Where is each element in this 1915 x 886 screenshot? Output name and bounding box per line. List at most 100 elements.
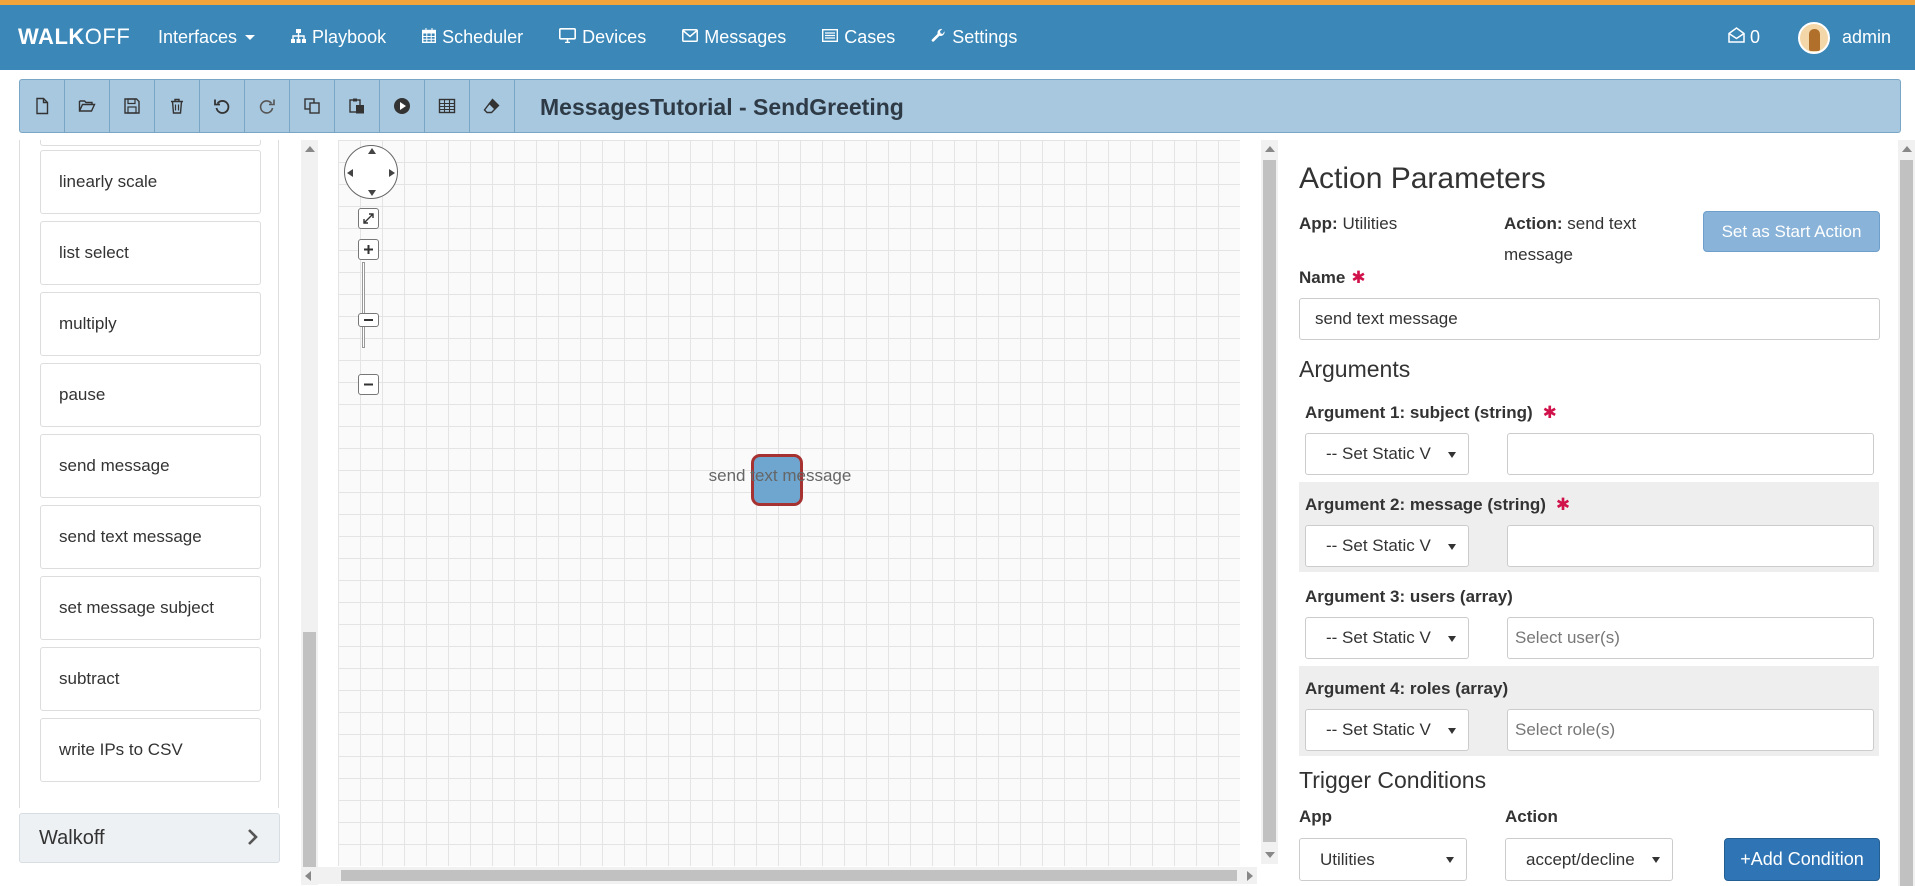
zoom-out-button[interactable]	[358, 374, 379, 395]
actions-scrollbar[interactable]	[301, 140, 318, 885]
pan-control[interactable]	[344, 145, 398, 199]
zoom-slider-track[interactable]	[362, 262, 365, 348]
trigger-action-select[interactable]: accept/decline	[1505, 838, 1673, 881]
action-item[interactable]: pause	[40, 363, 261, 427]
required-asterisk-icon: ✱	[1351, 268, 1366, 287]
action-item[interactable]: send text message	[40, 505, 261, 569]
argument-type-select[interactable]: -- Set Static V	[1305, 709, 1469, 751]
name-label: Name ✱	[1299, 268, 1366, 287]
scroll-up-icon	[1265, 146, 1275, 152]
canvas-horizontal-scrollbar[interactable]	[301, 867, 1257, 884]
nav-settings[interactable]: Settings	[931, 27, 1017, 48]
pan-right-icon[interactable]	[389, 169, 395, 177]
copy-button[interactable]	[290, 80, 335, 132]
delete-playbook-button[interactable]	[155, 80, 200, 132]
execute-button[interactable]	[380, 80, 425, 132]
action-info: Action: send text message	[1504, 214, 1637, 264]
argument-type-select[interactable]: -- Set Static V	[1305, 617, 1469, 659]
plus-icon	[364, 245, 373, 254]
action-item[interactable]: set message subject	[40, 576, 261, 640]
nav-scheduler[interactable]: Scheduler	[422, 27, 523, 48]
caret-down-icon	[1652, 857, 1660, 863]
nav-devices-label: Devices	[582, 27, 647, 47]
undo-button[interactable]	[200, 80, 245, 132]
paste-button[interactable]	[335, 80, 380, 132]
argument-value-input[interactable]	[1507, 525, 1874, 567]
action-item[interactable]: subtract	[40, 647, 261, 711]
nav-playbook[interactable]: Playbook	[291, 27, 386, 48]
nav-scheduler-label: Scheduler	[442, 27, 524, 47]
nav-devices[interactable]: Devices	[559, 27, 646, 48]
username: admin	[1841, 27, 1891, 47]
user-menu[interactable]: admin	[1797, 21, 1891, 54]
redo-button[interactable]	[245, 80, 290, 132]
folder-open-icon	[78, 100, 96, 112]
nav-cases[interactable]: Cases	[822, 27, 895, 48]
name-input[interactable]: send text message	[1299, 298, 1880, 340]
nav-playbook-label: Playbook	[312, 27, 387, 47]
results-table-button[interactable]	[425, 80, 470, 132]
roles-multiselect[interactable]: Select role(s)	[1507, 709, 1874, 751]
eraser-icon	[483, 98, 500, 114]
set-start-action-button[interactable]: Set as Start Action	[1703, 211, 1880, 252]
notification-count: 0	[1749, 27, 1760, 47]
add-condition-button[interactable]: +Add Condition	[1724, 838, 1880, 881]
envelope-icon	[682, 29, 699, 46]
copy-icon	[304, 98, 320, 114]
caret-down-icon	[245, 35, 256, 40]
zoom-in-button[interactable]	[358, 239, 379, 260]
scrollbar-thumb[interactable]	[1900, 160, 1913, 886]
walkoff-logo[interactable]: WALKOFF	[18, 24, 130, 50]
main-nav: Interfaces Playbook Scheduler Devices Me…	[158, 5, 1053, 70]
scroll-up-icon	[305, 146, 315, 152]
app-info: App: Utilities	[1299, 214, 1398, 233]
floppy-icon	[124, 98, 140, 114]
undo-icon	[214, 99, 230, 114]
action-parameters-panel: Action Parameters App: Utilities Action:…	[1299, 140, 1880, 886]
action-item[interactable]: send message	[40, 434, 261, 498]
scroll-left-icon	[305, 871, 311, 881]
scrollbar-thumb[interactable]	[341, 870, 1237, 881]
argument-block: Argument 3: users (array) -- Set Static …	[1299, 574, 1879, 664]
nav-interfaces[interactable]: Interfaces	[158, 27, 256, 48]
trigger-app-label: App	[1299, 807, 1333, 826]
clear-button[interactable]	[470, 80, 515, 132]
action-item[interactable]: multiply	[40, 292, 261, 356]
zoom-slider-handle[interactable]	[358, 313, 379, 327]
trigger-app-select[interactable]: Utilities	[1299, 838, 1467, 881]
envelope-open-icon	[1728, 27, 1745, 48]
canvas-vertical-scrollbar[interactable]	[1261, 140, 1278, 864]
nav-messages[interactable]: Messages	[682, 27, 786, 48]
list-alt-icon	[822, 28, 839, 46]
pan-down-icon[interactable]	[368, 190, 376, 196]
argument-type-select[interactable]: -- Set Static V	[1305, 525, 1469, 567]
workflow-canvas[interactable]: send text message	[338, 140, 1240, 866]
app-group-walkoff[interactable]: Walkoff	[19, 813, 280, 863]
argument-value-input[interactable]	[1507, 433, 1874, 475]
scrollbar-thumb[interactable]	[303, 632, 316, 867]
sitemap-icon	[291, 28, 307, 47]
action-item[interactable]: linearly scale	[40, 150, 261, 214]
pan-up-icon[interactable]	[368, 148, 376, 154]
save-playbook-button[interactable]	[110, 80, 155, 132]
open-playbook-button[interactable]	[65, 80, 110, 132]
action-item-partial[interactable]	[40, 140, 261, 146]
notifications-button[interactable]: 0	[1728, 27, 1760, 48]
scrollbar-thumb[interactable]	[1263, 160, 1276, 842]
pan-left-icon[interactable]	[347, 169, 353, 177]
required-asterisk-icon: ✱	[1555, 495, 1571, 514]
action-item[interactable]: list select	[40, 221, 261, 285]
parameters-scrollbar[interactable]	[1898, 140, 1915, 886]
users-multiselect[interactable]: Select user(s)	[1507, 617, 1874, 659]
nav-cases-label: Cases	[844, 27, 896, 47]
argument-label: Argument 1: subject (string) ✱	[1305, 403, 1557, 422]
new-playbook-button[interactable]	[20, 80, 65, 132]
top-navbar: WALKOFF Interfaces Playbook Scheduler De…	[0, 0, 1915, 70]
play-circle-icon	[394, 98, 410, 114]
fit-view-button[interactable]	[358, 208, 379, 229]
workflow-node-start[interactable]	[751, 454, 803, 506]
desktop-icon	[559, 28, 577, 47]
nav-interfaces-label: Interfaces	[158, 27, 238, 47]
argument-type-select[interactable]: -- Set Static V	[1305, 433, 1469, 475]
action-item[interactable]: write IPs to CSV	[40, 718, 261, 782]
